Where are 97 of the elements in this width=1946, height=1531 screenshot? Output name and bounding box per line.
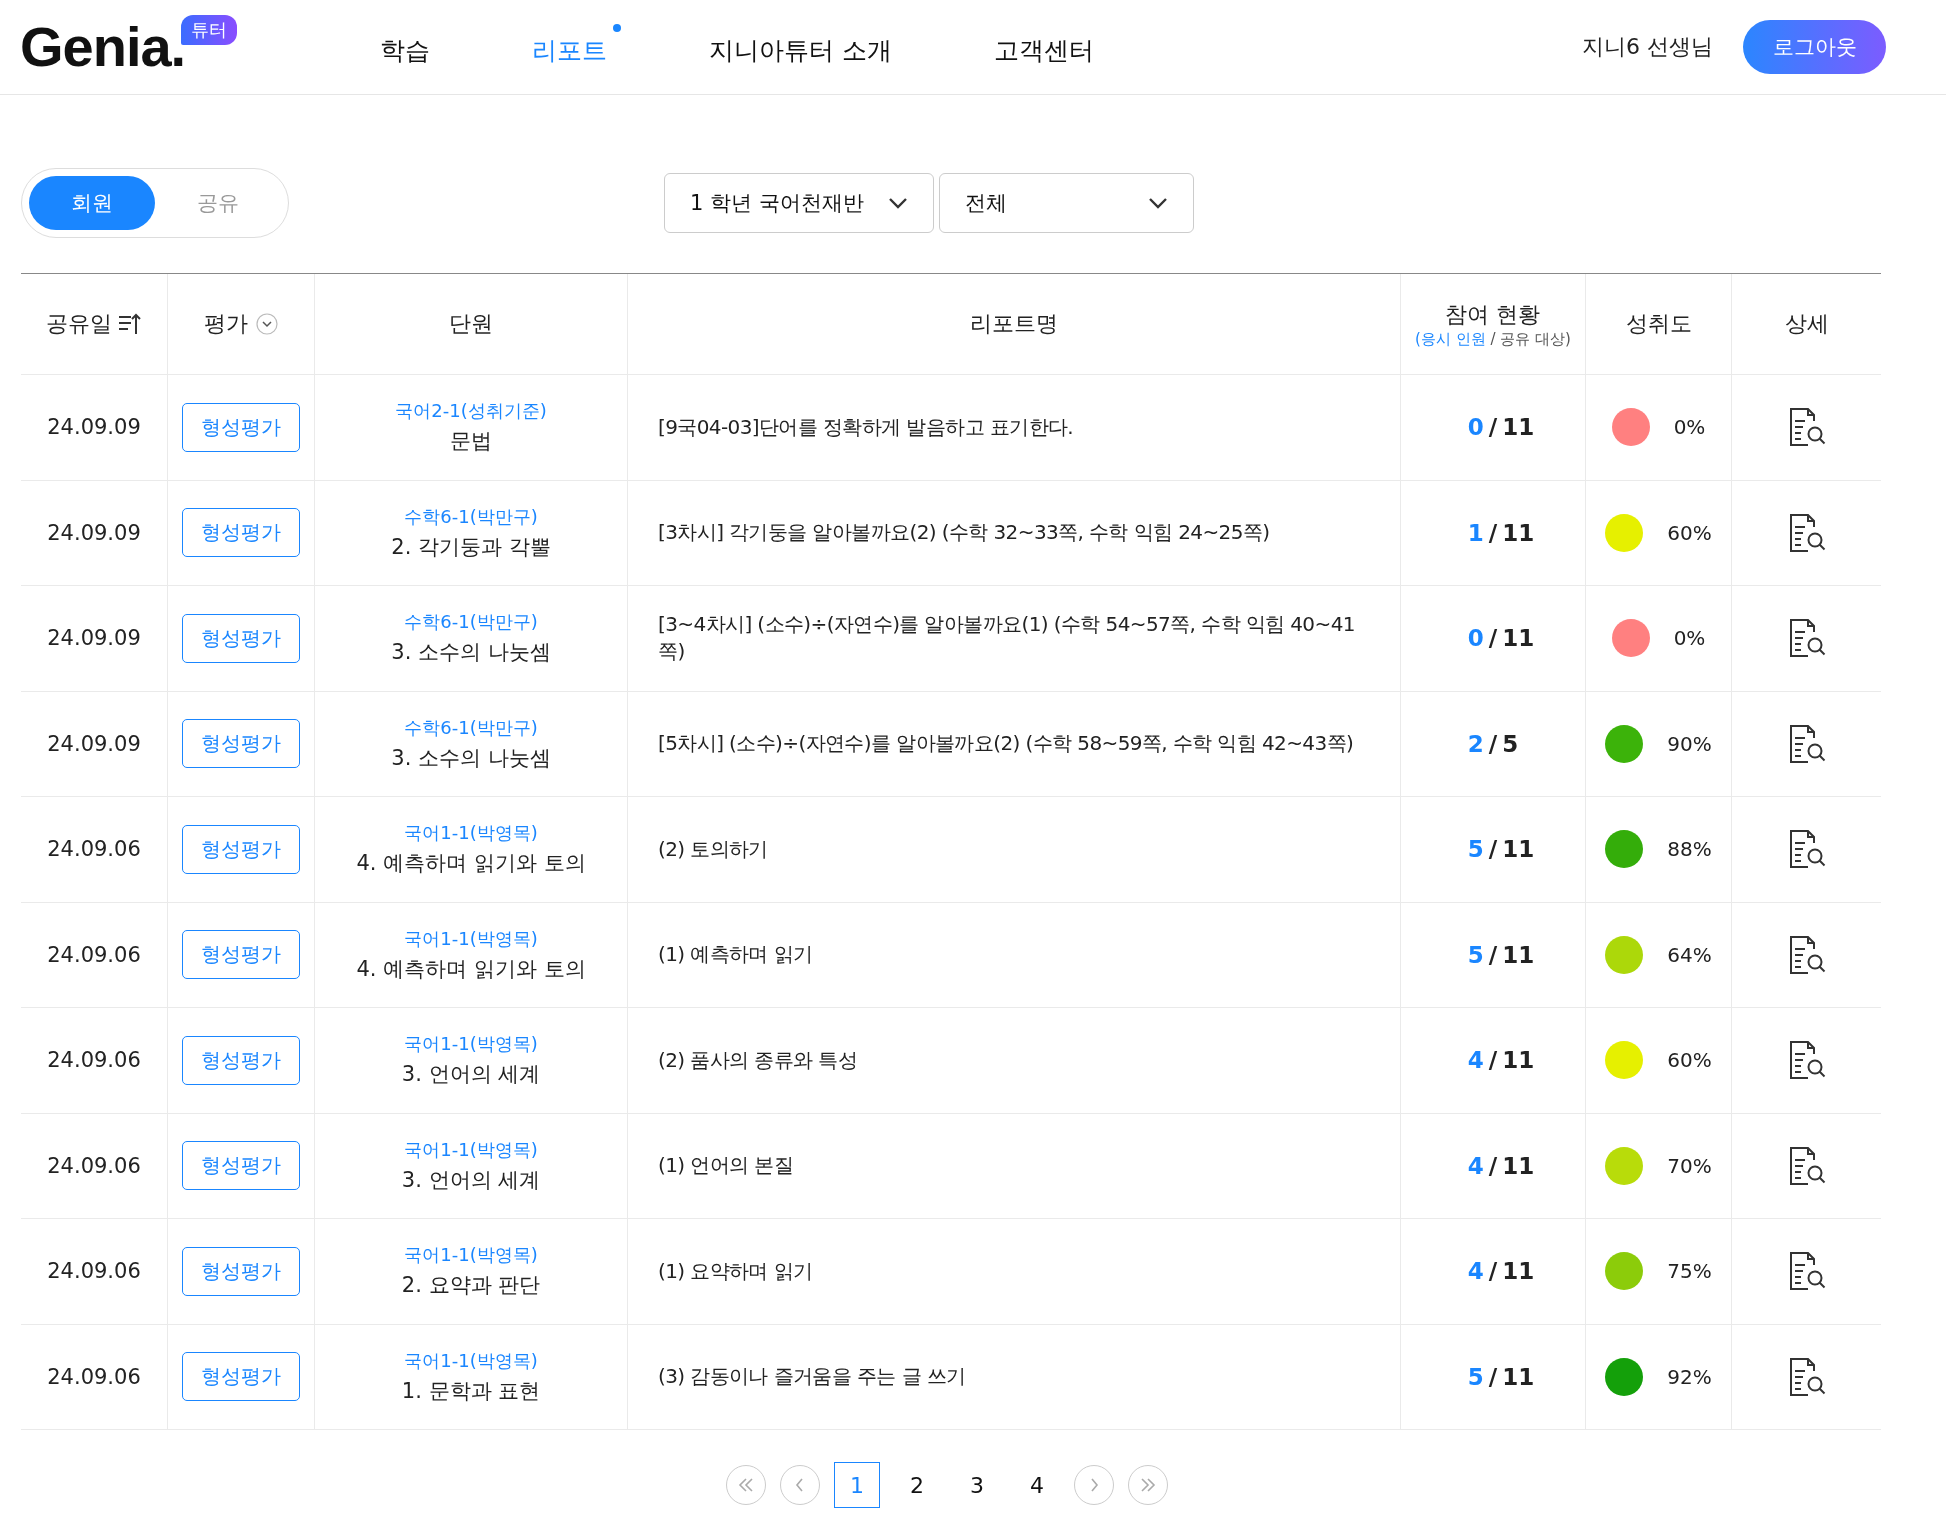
date-text: 24.09.09 <box>47 415 141 440</box>
column-header: 단원 <box>449 310 493 338</box>
date-text: 24.09.06 <box>47 1364 141 1389</box>
date-text: 24.09.06 <box>47 837 141 862</box>
page-number[interactable]: 1 <box>834 1462 880 1508</box>
textbook-label: 수학6-1(박만구) <box>404 610 538 635</box>
textbook-label: 수학6-1(박만구) <box>404 504 538 529</box>
achievement-percent: 75% <box>1667 1259 1712 1284</box>
participation-count: 1 / 11 <box>1466 519 1535 546</box>
unit-name: 3. 언어의 세계 <box>401 1166 541 1194</box>
toggle-tab[interactable]: 회원 <box>29 176 155 230</box>
achievement-percent: 0% <box>1673 626 1706 651</box>
unit-name: 3. 소수의 나눗셈 <box>391 744 551 772</box>
achievement-percent: 64% <box>1667 942 1712 967</box>
report-title: [3차시] 각기둥을 알아볼까요(2) (수학 32~33쪽, 수학 익힘 24~25쪽) <box>658 519 1270 547</box>
participation-count: 4 / 11 <box>1466 1258 1535 1285</box>
participation-count: 2 / 5 <box>1466 730 1520 757</box>
evaluation-tag: 형성평가 <box>182 508 300 558</box>
date-text: 24.09.09 <box>47 520 141 545</box>
evaluation-tag: 형성평가 <box>182 1352 300 1402</box>
unit-name: 3. 소수의 나눗셈 <box>391 639 551 667</box>
achievement-percent: 92% <box>1667 1364 1712 1389</box>
textbook-label: 국어1-1(박영목) <box>404 1348 538 1373</box>
evaluation-tag: 형성평가 <box>182 930 300 980</box>
textbook-label: 국어1-1(박영목) <box>404 1243 538 1268</box>
unit-name: 문법 <box>450 428 492 456</box>
evaluation-tag: 형성평가 <box>182 719 300 769</box>
participation-count: 5 / 11 <box>1466 941 1535 968</box>
double-chevron-right-icon <box>1140 1478 1156 1492</box>
column-header: 성취도 <box>1625 310 1692 338</box>
nav-link[interactable]: 학습 <box>380 23 444 71</box>
unit-name: 2. 각기둥과 각뿔 <box>391 533 551 561</box>
report-title: (1) 언어의 본질 <box>658 1152 794 1180</box>
participation-count: 5 / 11 <box>1466 1363 1535 1390</box>
report-title: (1) 요약하며 읽기 <box>658 1257 813 1285</box>
achievement-percent: 60% <box>1667 1048 1712 1073</box>
textbook-label: 국어1-1(박영목) <box>404 821 538 846</box>
chevron-right-icon <box>1089 1478 1099 1492</box>
sort-icon[interactable] <box>118 312 142 336</box>
evaluation-tag: 형성평가 <box>182 613 300 663</box>
unit-name: 3. 언어의 세계 <box>401 1061 541 1089</box>
textbook-label: 국어1-1(박영목) <box>404 926 538 951</box>
date-text: 24.09.06 <box>47 1048 141 1073</box>
report-title: [3~4차시] (소수)÷(자연수)를 알아볼까요(1) (수학 54~57쪽, 수학 익힘 40~41쪽) <box>658 611 1356 666</box>
nav-link[interactable]: 지니아튜터 소개 <box>709 23 906 71</box>
achievement-percent: 0% <box>1673 415 1706 440</box>
textbook-label: 국어1-1(박영목) <box>404 1137 538 1162</box>
date-text: 24.09.06 <box>47 942 141 967</box>
participation-count: 5 / 11 <box>1466 836 1535 863</box>
date-text: 24.09.06 <box>47 1259 141 1284</box>
chevron-down-icon <box>888 197 908 209</box>
achievement-percent: 90% <box>1667 731 1712 756</box>
achievement-percent: 88% <box>1667 837 1712 862</box>
participation-count: 4 / 11 <box>1466 1047 1535 1074</box>
participation-count: 4 / 11 <box>1466 1152 1535 1179</box>
evaluation-tag: 형성평가 <box>182 1246 300 1296</box>
date-text: 24.09.09 <box>47 626 141 651</box>
column-header[interactable]: 평가 <box>204 309 248 339</box>
unit-name: 4. 예측하며 읽기와 토의 <box>356 955 586 983</box>
dropdown[interactable]: 전체 <box>939 173 1194 233</box>
report-title: (2) 품사의 종류와 특성 <box>658 1046 857 1074</box>
column-subheader: / 공유 대상) <box>1490 329 1571 348</box>
report-title: (2) 토의하기 <box>658 835 768 863</box>
dropdown[interactable]: 1 학년 국어천재반 <box>664 173 934 233</box>
date-text: 24.09.09 <box>47 731 141 756</box>
textbook-label: 국어2-1(성취기준) <box>395 399 547 424</box>
textbook-label: 국어1-1(박영목) <box>404 1032 538 1057</box>
column-subheader: (응시 인원 <box>1415 329 1486 348</box>
column-header[interactable]: 공유일 <box>46 309 112 339</box>
evaluation-tag: 형성평가 <box>182 1141 300 1191</box>
evaluation-tag: 형성평가 <box>182 824 300 874</box>
column-header: 상세 <box>1784 310 1829 338</box>
chevron-left-icon <box>795 1478 805 1492</box>
report-title: (3) 감동이나 즐거움을 주는 글 쓰기 <box>658 1363 966 1391</box>
column-header: 참여 현황 <box>1445 300 1541 329</box>
evaluation-tag: 형성평가 <box>182 402 300 452</box>
report-title: [5차시] (소수)÷(자연수)를 알아볼까요(2) (수학 58~59쪽, 수학 익힘 42~43쪽) <box>658 730 1354 758</box>
achievement-percent: 60% <box>1667 520 1712 545</box>
evaluation-tag: 형성평가 <box>182 1035 300 1085</box>
nav-link[interactable]: 고객센터 <box>993 23 1108 71</box>
participation-count: 0 / 11 <box>1466 414 1535 441</box>
nav-link[interactable]: 리포트 <box>532 23 621 71</box>
user-name: 지니6 선생님 <box>1582 33 1713 61</box>
unit-name: 2. 요약과 판단 <box>401 1272 541 1300</box>
achievement-percent: 70% <box>1667 1153 1712 1178</box>
logout-button[interactable]: 로그아웃 <box>1743 20 1886 74</box>
textbook-label: 수학6-1(박만구) <box>404 715 538 740</box>
logo-badge: 튜터 <box>181 15 238 45</box>
date-text: 24.09.06 <box>47 1153 141 1178</box>
chevron-down-icon <box>1148 197 1168 209</box>
double-chevron-left-icon <box>738 1478 754 1492</box>
report-title: [9국04-03]단어를 정확하게 발음하고 표기한다. <box>658 413 1074 441</box>
participation-count: 0 / 11 <box>1466 625 1535 652</box>
report-title: (1) 예측하며 읽기 <box>658 941 813 969</box>
column-header: 리포트명 <box>970 310 1058 338</box>
unit-name: 4. 예측하며 읽기와 토의 <box>356 850 586 878</box>
unit-name: 1. 문학과 표현 <box>401 1377 541 1405</box>
